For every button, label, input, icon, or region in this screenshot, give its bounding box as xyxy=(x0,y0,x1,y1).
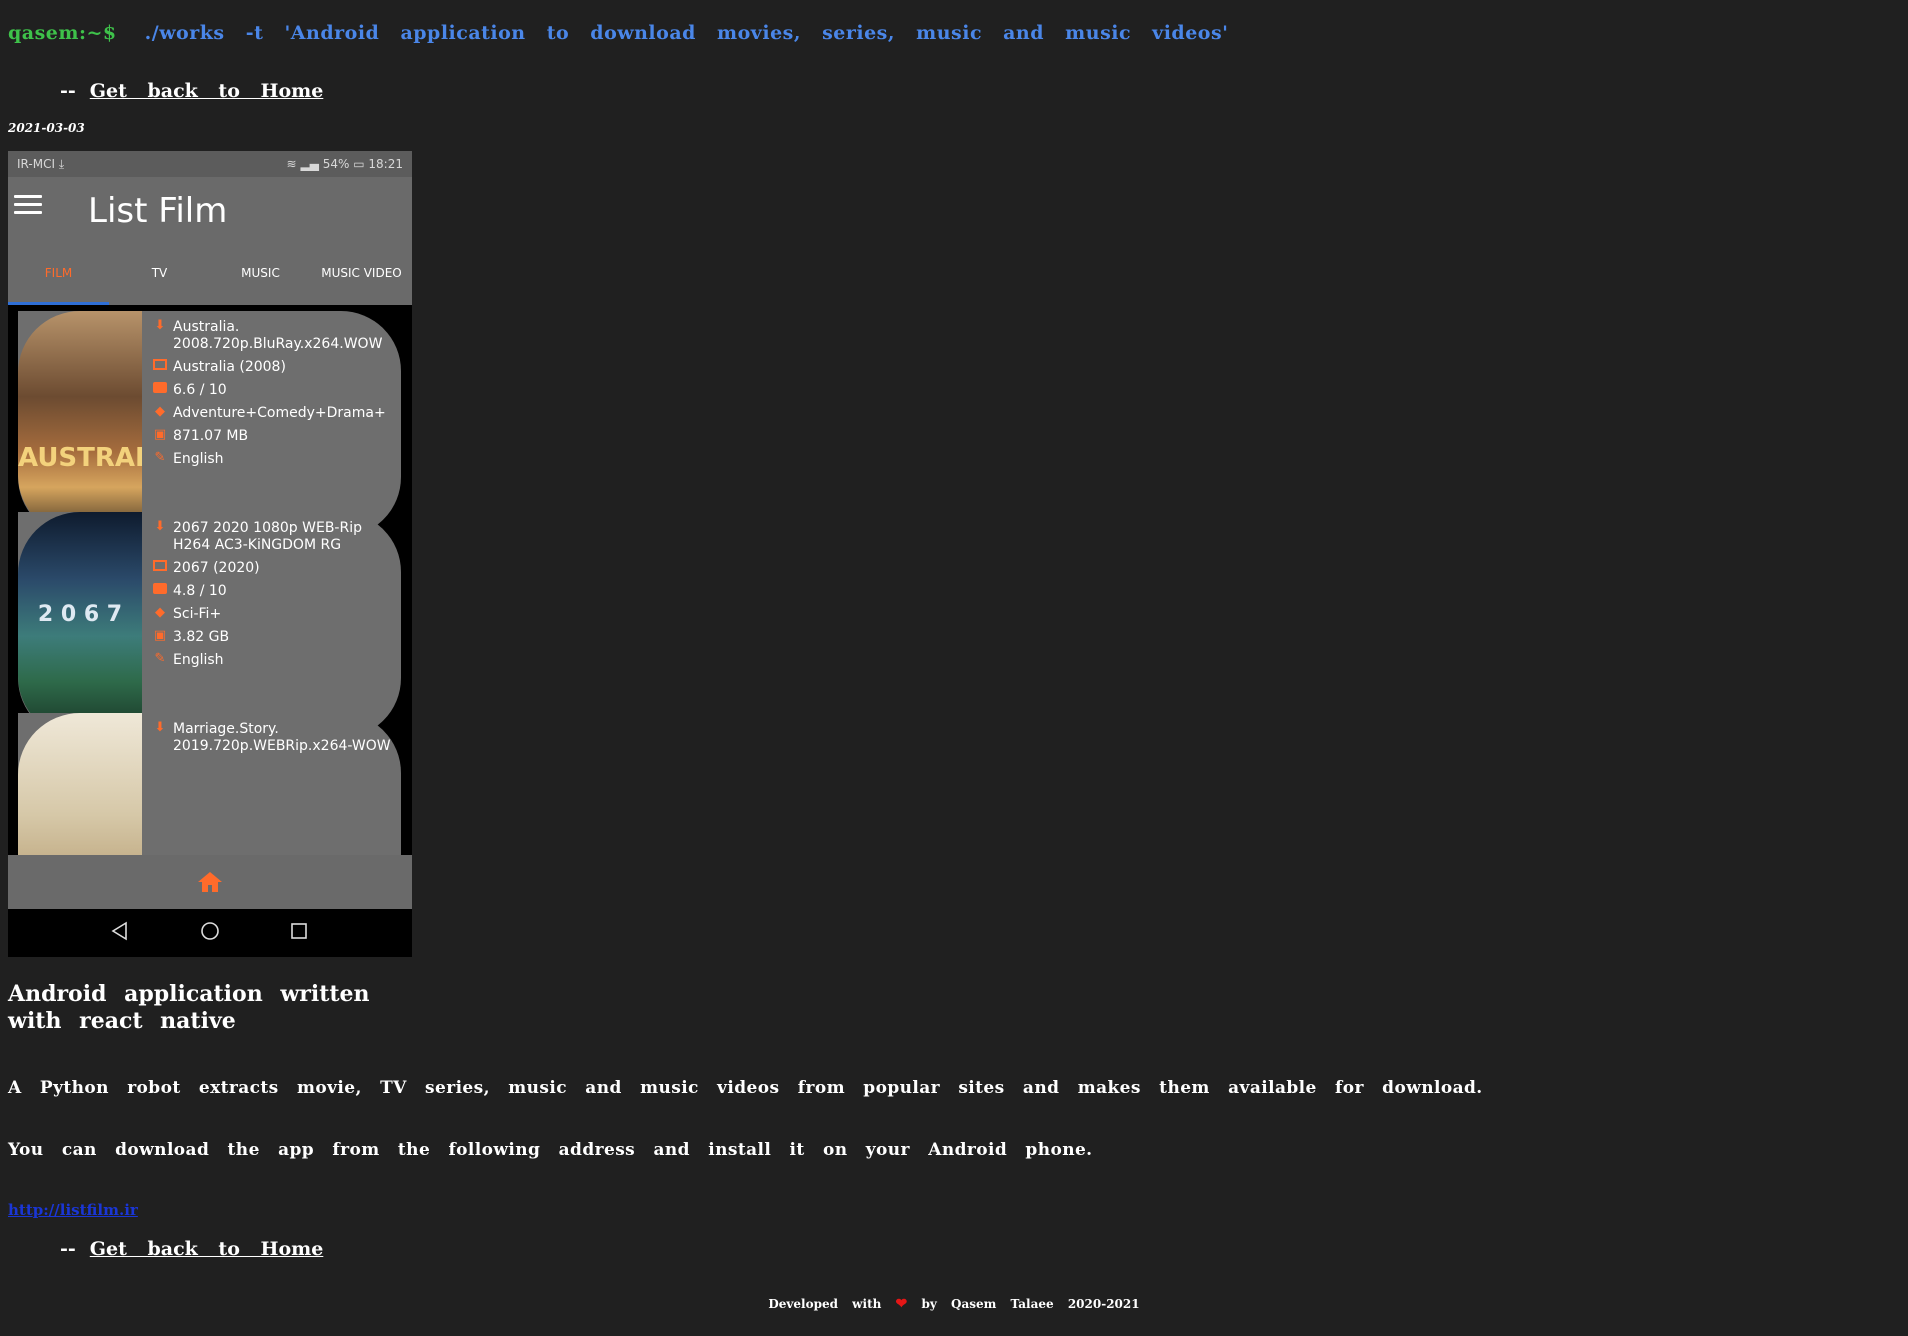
back-dash: -- xyxy=(60,1238,76,1260)
section-heading: Android application written with react n… xyxy=(8,981,370,1034)
status-right: ≋ ▂▄ 54% ▭ 18:21 xyxy=(287,157,403,171)
film-genre: Sci-Fi+ xyxy=(173,606,222,622)
description-paragraph: A Python robot extracts movie, TV series… xyxy=(8,1078,1483,1098)
status-bar: IR-MCI ⤓ ≋ ▂▄ 54% ▭ 18:21 xyxy=(8,151,412,177)
film-rating: 4.8 / 10 xyxy=(173,583,227,599)
film-strip-icon xyxy=(152,560,168,574)
back-home-link[interactable]: Get back to Home xyxy=(90,80,324,102)
film-title: Australia (2008) xyxy=(173,359,286,375)
download-icon: ⬇ xyxy=(154,519,166,534)
film-size: 871.07 MB xyxy=(173,428,249,444)
download-link[interactable]: http://listfilm.ir xyxy=(8,1201,138,1219)
bottom-nav xyxy=(8,855,412,909)
film-strip-icon xyxy=(152,359,168,373)
film-file-name: 2067 2020 1080p WEB-Rip H264 AC3-KiNGDOM… xyxy=(173,520,362,553)
film-language: English xyxy=(173,451,224,467)
size-icon: ▣ xyxy=(153,628,167,643)
film-title: 2067 (2020) xyxy=(173,560,260,576)
back-home-top: -- Get back to Home xyxy=(60,80,323,102)
film-language: English xyxy=(173,652,224,668)
tab-bar: FILM TV MUSIC MUSIC VIDEO xyxy=(8,241,412,305)
home-circle-icon[interactable] xyxy=(200,921,220,941)
recents-icon[interactable] xyxy=(290,921,308,941)
film-card[interactable]: AUSTRALIA ⬇ Australia. 2008.720p.BluRay.x… xyxy=(18,311,401,537)
back-dash: -- xyxy=(60,80,76,102)
tab-music[interactable]: MUSIC xyxy=(210,241,311,305)
footer-developed: Developed with xyxy=(768,1297,882,1311)
film-file-name: Australia. 2008.720p.BluRay.x264.WOW xyxy=(173,319,383,352)
genre-icon: ◆ xyxy=(155,605,165,620)
wifi-icon: ≋ xyxy=(286,157,297,171)
download-icon: ⬇ xyxy=(154,318,166,333)
language-icon: ✎ xyxy=(154,450,166,465)
system-nav-bar xyxy=(8,909,412,957)
status-carrier: IR-MCI ⤓ xyxy=(17,157,65,171)
signal-icon: ▂▄ xyxy=(300,157,319,171)
tab-tv[interactable]: TV xyxy=(109,241,210,305)
film-info: ⬇ Marriage.Story. 2019.720p.WEBRip.x264-W… xyxy=(152,721,400,761)
film-list: AUSTRALIA ⬇ Australia. 2008.720p.BluRay.x… xyxy=(8,305,412,855)
poster-title: AUSTRALIA xyxy=(18,443,142,473)
film-genre: Adventure+Comedy+Drama+ xyxy=(173,405,386,421)
phone-screenshot: IR-MCI ⤓ ≋ ▂▄ 54% ▭ 18:21 List Film FILM… xyxy=(8,151,412,957)
film-size: 3.82 GB xyxy=(173,629,230,645)
download-icon: ⤓ xyxy=(58,157,65,171)
film-info: ⬇ 2067 2020 1080p WEB-Rip H264 AC3-KiNGDO… xyxy=(152,520,400,675)
imdb-icon xyxy=(152,382,168,396)
film-poster: 2 0 6 7 xyxy=(18,512,142,738)
prompt-command: ./works -t 'Android application to downl… xyxy=(144,22,1229,44)
prompt-user: qasem:~$ xyxy=(8,22,117,44)
battery-level: 54% xyxy=(322,157,350,171)
size-icon: ▣ xyxy=(153,427,167,442)
tab-music-video[interactable]: MUSIC VIDEO xyxy=(311,241,412,305)
heart-icon: ❤ xyxy=(895,1296,908,1312)
film-file-name: Marriage.Story. 2019.720p.WEBRip.x264-WO… xyxy=(173,721,391,754)
tab-film[interactable]: FILM xyxy=(8,241,109,305)
footer-credit: by Qasem Talaee 2020-2021 xyxy=(921,1297,1140,1311)
imdb-icon xyxy=(152,583,168,597)
poster-title: 2 0 6 7 xyxy=(37,602,123,627)
footer: Developed with ❤ by Qasem Talaee 2020-20… xyxy=(0,1296,1908,1312)
post-date: 2021-03-03 xyxy=(8,121,85,135)
battery-icon: ▭ xyxy=(353,157,365,171)
terminal-prompt-line: qasem:~$ ./works -t 'Android application … xyxy=(8,22,1228,44)
language-icon: ✎ xyxy=(154,651,166,666)
back-icon[interactable] xyxy=(110,921,128,941)
back-home-link[interactable]: Get back to Home xyxy=(90,1238,324,1260)
back-home-bottom: -- Get back to Home xyxy=(60,1238,323,1260)
download-icon: ⬇ xyxy=(154,720,166,735)
film-card[interactable]: ⬇ Marriage.Story. 2019.720p.WEBRip.x264-W… xyxy=(18,713,401,855)
film-card[interactable]: 2 0 6 7 ⬇ 2067 2020 1080p WEB-Rip H264 AC… xyxy=(18,512,401,738)
home-icon[interactable] xyxy=(197,871,223,893)
status-time: 18:21 xyxy=(368,157,403,171)
film-rating: 6.6 / 10 xyxy=(173,382,227,398)
film-info: ⬇ Australia. 2008.720p.BluRay.x264.WOW Au… xyxy=(152,319,400,474)
genre-icon: ◆ xyxy=(155,404,165,419)
app-title: List Film xyxy=(88,191,228,231)
film-poster xyxy=(18,713,142,855)
film-poster: AUSTRALIA xyxy=(18,311,142,537)
menu-icon[interactable] xyxy=(14,195,42,217)
app-bar: List Film xyxy=(8,177,412,241)
download-instructions: You can download the app from the follow… xyxy=(8,1140,1093,1160)
